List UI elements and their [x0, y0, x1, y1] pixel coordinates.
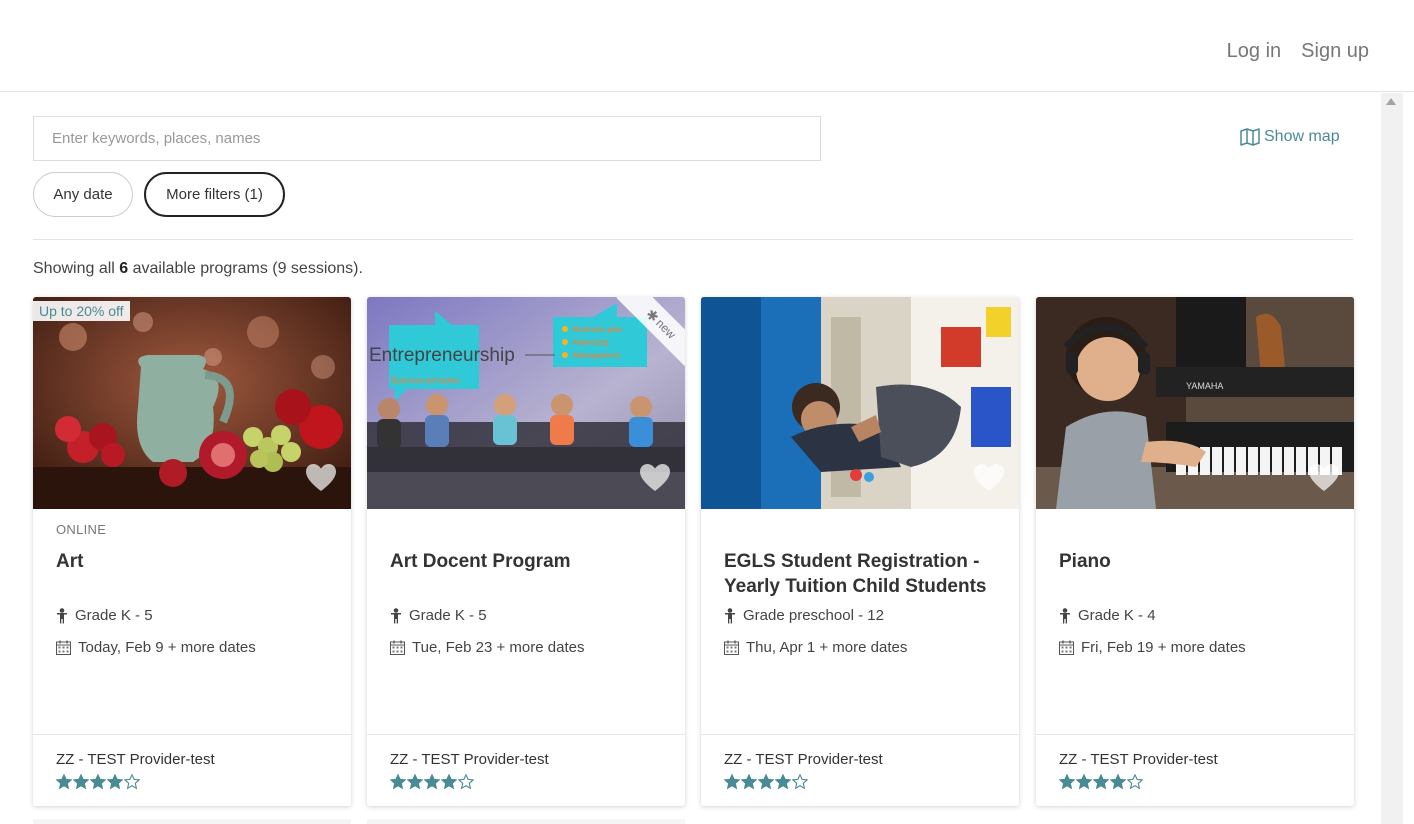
grade-text: Grade K - 5 [75, 607, 153, 624]
date-info: Today, Feb 9 + more dates [56, 639, 256, 656]
favorite-heart-icon[interactable] [973, 463, 1005, 493]
image-caption: Entrepreneurship [369, 345, 515, 366]
any-date-filter[interactable]: Any date [33, 172, 133, 217]
star-filled-icon [424, 774, 440, 789]
map-icon [1240, 128, 1260, 146]
child-icon [391, 607, 401, 623]
image-caption: Business plan [573, 325, 623, 334]
grade-text: Grade K - 5 [409, 607, 487, 624]
program-image: Entrepreneurship Business principles Bus… [367, 297, 685, 509]
date-text: Tue, Feb 23 + more dates [412, 639, 585, 656]
program-image [701, 297, 1019, 509]
provider-name[interactable]: ZZ - TEST Provider-test [56, 751, 215, 768]
date-text: Today, Feb 9 + more dates [78, 639, 256, 656]
rating-stars [1059, 774, 1143, 789]
star-empty-icon [1127, 774, 1143, 789]
star-filled-icon [1059, 774, 1075, 789]
star-filled-icon [90, 774, 106, 789]
divider [701, 734, 1019, 735]
star-filled-icon [1076, 774, 1092, 789]
child-icon [725, 607, 735, 623]
program-image: YAMAHA [1036, 297, 1354, 509]
star-empty-icon [792, 774, 808, 789]
top-nav: Log in Sign up [0, 0, 1414, 92]
program-title[interactable]: EGLS Student Registration - Yearly Tuiti… [724, 549, 999, 599]
star-empty-icon [458, 774, 474, 789]
image-caption: Marketing [573, 338, 608, 347]
image-caption: Management [573, 351, 620, 360]
favorite-heart-icon[interactable] [1308, 463, 1340, 493]
date-info: Tue, Feb 23 + more dates [390, 639, 584, 656]
star-filled-icon [1110, 774, 1126, 789]
show-map-label: Show map [1264, 128, 1340, 145]
divider [33, 734, 351, 735]
date-info: Thu, Apr 1 + more dates [724, 639, 907, 656]
program-card-art[interactable]: Up to 20% off ONLINE Art Grade K - 5 Tod… [33, 297, 351, 806]
child-icon [57, 607, 67, 623]
star-filled-icon [741, 774, 757, 789]
star-filled-icon [724, 774, 740, 789]
calendar-icon [390, 640, 405, 655]
star-filled-icon [407, 774, 423, 789]
calendar-icon [724, 640, 739, 655]
divider [33, 239, 1353, 240]
child-icon [1060, 607, 1070, 623]
results-summary: Showing all 6 available programs (9 sess… [33, 260, 363, 277]
provider-name[interactable]: ZZ - TEST Provider-test [390, 751, 549, 768]
discount-badge: Up to 20% off [33, 301, 130, 321]
star-filled-icon [107, 774, 123, 789]
divider [1036, 734, 1354, 735]
program-card-art-docent[interactable]: Entrepreneurship Business principles Bus… [367, 297, 685, 806]
grade-text: Grade K - 4 [1078, 607, 1156, 624]
program-image: Up to 20% off [33, 297, 351, 509]
star-filled-icon [73, 774, 89, 789]
date-text: Thu, Apr 1 + more dates [746, 639, 908, 656]
login-link[interactable]: Log in [1227, 40, 1282, 63]
star-filled-icon [390, 774, 406, 789]
provider-name[interactable]: ZZ - TEST Provider-test [724, 751, 883, 768]
star-filled-icon [758, 774, 774, 789]
calendar-icon [1059, 640, 1074, 655]
program-card-piano[interactable]: YAMAHA Piano Grade K - 4 Fri, Feb 19 + m… [1036, 297, 1354, 806]
image-caption: YAMAHA [1186, 381, 1223, 391]
rating-stars [56, 774, 140, 789]
grade-info: Grade preschool - 12 [724, 607, 884, 624]
program-card-egls[interactable]: EGLS Student Registration - Yearly Tuiti… [701, 297, 1019, 806]
provider-name[interactable]: ZZ - TEST Provider-test [1059, 751, 1218, 768]
star-filled-icon [441, 774, 457, 789]
show-map-link[interactable]: Show map [1240, 128, 1340, 146]
favorite-heart-icon[interactable] [305, 463, 337, 493]
vertical-scrollbar[interactable] [1381, 93, 1403, 824]
grade-info: Grade K - 5 [390, 607, 487, 624]
search-input[interactable] [33, 116, 821, 161]
date-info: Fri, Feb 19 + more dates [1059, 639, 1246, 656]
program-title[interactable]: Piano [1059, 549, 1334, 574]
rating-stars [390, 774, 474, 789]
rating-stars [724, 774, 808, 789]
image-caption: Business principles [391, 376, 459, 385]
grade-info: Grade K - 4 [1059, 607, 1156, 624]
next-card-edge [367, 819, 685, 824]
program-title[interactable]: Art [56, 549, 331, 574]
signup-link[interactable]: Sign up [1301, 40, 1369, 63]
more-filters-button[interactable]: More filters (1) [144, 172, 285, 217]
format-label: ONLINE [56, 522, 107, 537]
next-card-edge [33, 819, 351, 824]
star-filled-icon [775, 774, 791, 789]
grade-info: Grade K - 5 [56, 607, 153, 624]
auth-links: Log in Sign up [1227, 40, 1369, 63]
date-text: Fri, Feb 19 + more dates [1081, 639, 1246, 656]
star-empty-icon [124, 774, 140, 789]
scroll-up-arrow-icon[interactable] [1386, 98, 1396, 105]
results-count: 6 [119, 260, 129, 277]
program-title[interactable]: Art Docent Program [390, 549, 665, 574]
calendar-icon [56, 640, 71, 655]
star-filled-icon [1093, 774, 1109, 789]
favorite-heart-icon[interactable] [639, 463, 671, 493]
grade-text: Grade preschool - 12 [743, 607, 884, 624]
star-filled-icon [56, 774, 72, 789]
divider [367, 734, 685, 735]
